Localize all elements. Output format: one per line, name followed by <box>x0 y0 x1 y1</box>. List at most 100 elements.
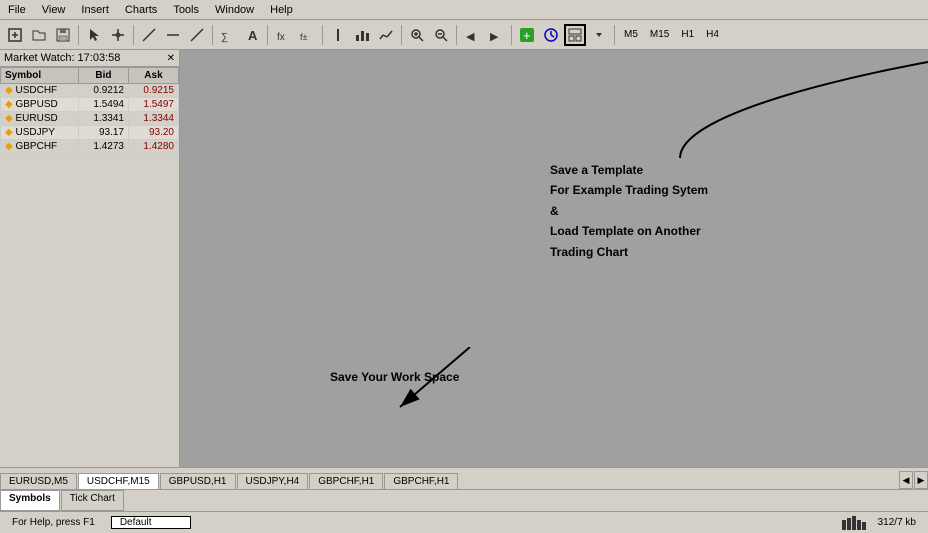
menu-help[interactable]: Help <box>262 2 301 18</box>
help-text: For Help, press F1 <box>4 517 103 528</box>
svg-text:fx: fx <box>277 32 285 43</box>
status-bar: For Help, press F1 Default 312/7 kb <box>0 511 928 533</box>
chart-tabs: EURUSD,M5USDCHF,M15GBPUSD,H1USDJPY,H4GBP… <box>0 467 928 489</box>
toolbar-separator-8 <box>511 25 512 45</box>
chart-tab[interactable]: GBPCHF,H1 <box>384 473 458 489</box>
text-button[interactable]: A <box>241 24 263 46</box>
tab-scroll-left[interactable]: ◀ <box>899 471 913 489</box>
tick-chart-tab[interactable]: Tick Chart <box>61 490 124 511</box>
market-row: ◆ USDCHF 0.9212 0.9215 <box>1 84 179 98</box>
back-button[interactable]: ◀ <box>461 24 483 46</box>
symbol-cell[interactable]: ◆ EURUSD <box>1 112 79 126</box>
open-button[interactable] <box>28 24 50 46</box>
add-symbol-button[interactable]: + <box>516 24 538 46</box>
chart-tab[interactable]: USDJPY,H4 <box>237 473 309 489</box>
toolbar-separator-3 <box>212 25 213 45</box>
new-chart-button[interactable] <box>4 24 26 46</box>
col-bid: Bid <box>78 68 128 84</box>
workspace-arrow <box>370 347 570 447</box>
market-row: ◆ EURUSD 1.3341 1.3344 <box>1 112 179 126</box>
svg-text:▶: ▶ <box>490 31 499 43</box>
toolbar-separator-9 <box>614 25 615 45</box>
toolbar-separator-5 <box>322 25 323 45</box>
m5-button[interactable]: M5 <box>619 24 643 46</box>
draw-button[interactable] <box>186 24 208 46</box>
save-button[interactable] <box>52 24 74 46</box>
chart-type2-button[interactable] <box>375 24 397 46</box>
zoom-out-button[interactable] <box>430 24 452 46</box>
bid-cell: 1.4273 <box>78 140 128 154</box>
chart-tab[interactable]: GBPUSD,H1 <box>160 473 236 489</box>
cursor-button[interactable] <box>83 24 105 46</box>
chart-tab-scroll: ◀ ▶ <box>899 471 928 489</box>
chart-tab[interactable]: EURUSD,M5 <box>0 473 77 489</box>
toolbar-separator-1 <box>78 25 79 45</box>
market-row: ◆ USDJPY 93.17 93.20 <box>1 126 179 140</box>
workspace-annotation-text: Save Your Work Space <box>330 370 459 384</box>
menu-charts[interactable]: Charts <box>117 2 165 18</box>
line-button[interactable] <box>138 24 160 46</box>
indicator2-button[interactable]: f± <box>296 24 318 46</box>
symbol-cell[interactable]: ◆ GBPCHF <box>1 140 79 154</box>
menu-file[interactable]: File <box>0 2 34 18</box>
bid-cell: 93.17 <box>78 126 128 140</box>
ask-cell: 1.5497 <box>128 98 178 112</box>
svg-text:A: A <box>248 28 258 43</box>
ask-cell: 1.4280 <box>128 140 178 154</box>
menu-view[interactable]: View <box>34 2 74 18</box>
annotation-line2: For Example Trading Sytem <box>550 183 708 197</box>
toolbar-separator-4 <box>267 25 268 45</box>
crosshair-button[interactable] <box>107 24 129 46</box>
market-row: ◆ GBPUSD 1.5494 1.5497 <box>1 98 179 112</box>
h4-button[interactable]: H4 <box>701 24 724 46</box>
symbol-cell[interactable]: ◆ USDCHF <box>1 84 79 98</box>
chart-area[interactable]: Save a Template For Example Trading Syte… <box>180 50 928 467</box>
clock-button[interactable] <box>540 24 562 46</box>
chart-tab[interactable]: GBPCHF,H1 <box>309 473 383 489</box>
hline-button[interactable] <box>162 24 184 46</box>
bid-cell: 1.3341 <box>78 112 128 126</box>
h1-button[interactable]: H1 <box>676 24 699 46</box>
fibonacci-button[interactable]: ∑ <box>217 24 239 46</box>
annotation-line4: Load Template on Another <box>550 224 701 238</box>
chart-tab[interactable]: USDCHF,M15 <box>78 473 159 489</box>
annotation-line5: Trading Chart <box>550 245 628 259</box>
symbol-cell[interactable]: ◆ GBPUSD <box>1 98 79 112</box>
chart-type-button[interactable] <box>351 24 373 46</box>
workspace-label: Default <box>111 516 191 529</box>
svg-text:◀: ◀ <box>466 31 475 43</box>
annotation-line1: Save a Template <box>550 163 643 177</box>
col-symbol: Symbol <box>1 68 79 84</box>
menu-tools[interactable]: Tools <box>165 2 207 18</box>
menu-bar: File View Insert Charts Tools Window Hel… <box>0 0 928 20</box>
forward-button[interactable]: ▶ <box>485 24 507 46</box>
status-right: 312/7 kb <box>842 516 924 530</box>
template-dropdown[interactable] <box>588 24 610 46</box>
file-size: 312/7 kb <box>870 517 924 528</box>
ask-cell: 1.3344 <box>128 112 178 126</box>
market-row: ◆ GBPCHF 1.4273 1.4280 <box>1 140 179 154</box>
market-watch-close[interactable]: ✕ <box>167 53 175 64</box>
toolbar: ∑ A fx f± ◀ ▶ + M5 M1 <box>0 20 928 50</box>
m15-button[interactable]: M15 <box>645 24 674 46</box>
market-watch-table: Symbol Bid Ask ◆ USDCHF 0.9212 0.9215 ◆ … <box>0 67 179 154</box>
toolbar-separator-2 <box>133 25 134 45</box>
template-annotation: Save a Template For Example Trading Syte… <box>550 160 708 262</box>
symbols-tab[interactable]: Symbols <box>0 490 60 511</box>
menu-insert[interactable]: Insert <box>73 2 117 18</box>
tab-scroll-right[interactable]: ▶ <box>914 471 928 489</box>
ask-cell: 93.20 <box>128 126 178 140</box>
workspace-annotation: Save Your Work Space <box>330 368 459 387</box>
template-button[interactable] <box>564 24 586 46</box>
indicators-button[interactable]: fx <box>272 24 294 46</box>
period-sep-button[interactable] <box>327 24 349 46</box>
menu-window[interactable]: Window <box>207 2 262 18</box>
svg-text:∑: ∑ <box>221 32 228 43</box>
svg-text:+: + <box>523 28 531 43</box>
symbol-cell[interactable]: ◆ USDJPY <box>1 126 79 140</box>
bars-icon <box>842 516 866 530</box>
zoom-in-button[interactable] <box>406 24 428 46</box>
main-layout: Market Watch: 17:03:58 ✕ Symbol Bid Ask … <box>0 50 928 467</box>
market-watch-header: Market Watch: 17:03:58 ✕ <box>0 50 179 67</box>
market-watch-title: Market Watch: 17:03:58 <box>4 52 120 64</box>
